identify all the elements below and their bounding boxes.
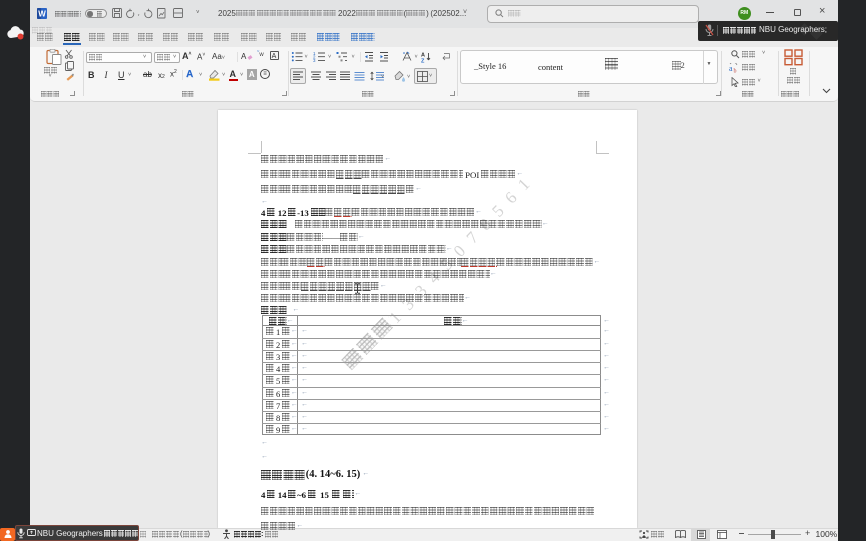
svg-text:Z: Z: [421, 59, 425, 64]
svg-text:3: 3: [313, 58, 316, 63]
svg-text:W: W: [38, 9, 46, 18]
svg-text:a: a: [729, 64, 733, 73]
svg-text:b: b: [733, 68, 736, 73]
